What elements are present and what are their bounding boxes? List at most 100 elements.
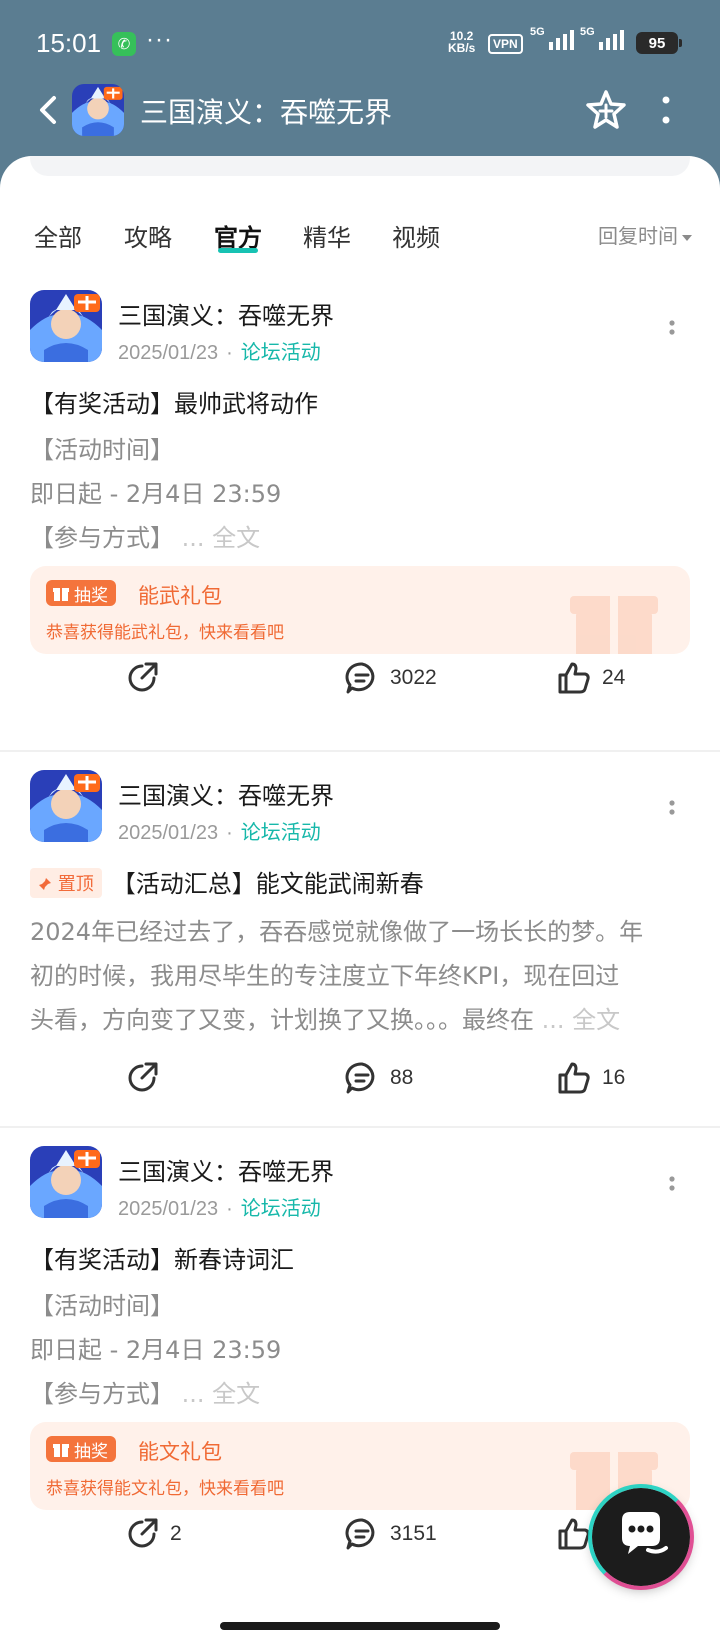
share-icon bbox=[128, 1518, 158, 1548]
tab-all[interactable]: 全部 bbox=[34, 218, 82, 253]
like-button[interactable]: 24 bbox=[556, 660, 625, 696]
post-excerpt-text: 【参与方式】 bbox=[30, 524, 174, 552]
caret-down-icon bbox=[682, 234, 692, 241]
comment-icon bbox=[345, 1062, 375, 1094]
lottery-badge: 抽奖 bbox=[46, 580, 116, 606]
comment-button[interactable]: 3151 bbox=[344, 1516, 437, 1552]
read-more-link[interactable]: ... 全文 bbox=[182, 524, 261, 552]
share-button[interactable] bbox=[124, 1060, 170, 1096]
home-indicator[interactable] bbox=[220, 1622, 500, 1630]
post-excerpt-line: 【活动时间】 bbox=[30, 436, 174, 464]
lottery-badge: 抽奖 bbox=[46, 1436, 116, 1462]
author-avatar[interactable] bbox=[30, 770, 102, 842]
share-button[interactable]: 2 bbox=[124, 1516, 182, 1552]
post-excerpt-line: 即日起 - 2月4日 23:59 bbox=[30, 1336, 282, 1364]
share-count: 2 bbox=[170, 1522, 182, 1545]
title-bar: 三国演义：吞噬无界 bbox=[0, 78, 720, 142]
gift-banner[interactable]: 抽奖 能武礼包 恭喜获得能武礼包，快来看看吧 bbox=[30, 566, 690, 654]
call-icon: ✆ bbox=[112, 32, 136, 56]
gift-watermark-icon bbox=[570, 596, 658, 654]
thumbs-up-icon bbox=[558, 1518, 590, 1550]
comment-count: 88 bbox=[390, 1066, 414, 1089]
comment-button[interactable]: 88 bbox=[344, 1060, 413, 1096]
signal-label-2: 5G bbox=[580, 26, 595, 38]
signal-icon: 5G bbox=[530, 26, 574, 50]
post-title[interactable]: 置顶 【活动汇总】能文能武闹新春 bbox=[30, 864, 424, 899]
page-title: 三国演义：吞噬无界 bbox=[140, 96, 393, 129]
post-card[interactable]: 三国演义：吞噬无界 2025/01/23 · 论坛活动 【有奖活动】最帅武将动作 【… bbox=[0, 290, 720, 730]
author-name[interactable]: 三国演义：吞噬无界 bbox=[118, 1152, 334, 1187]
battery-icon: 95 bbox=[636, 32, 682, 54]
post-category[interactable]: 论坛活动 bbox=[241, 820, 321, 844]
post-date: 2025/01/23 bbox=[118, 822, 219, 844]
lottery-badge-label: 抽奖 bbox=[74, 585, 108, 606]
post-divider bbox=[0, 750, 720, 752]
post-excerpt-text: 头看，方向变了又变，计划换了又换。。。最终在 bbox=[30, 1006, 534, 1034]
tab-featured[interactable]: 精华 bbox=[303, 218, 351, 253]
share-icon bbox=[128, 1062, 158, 1092]
chat-bubble-icon bbox=[622, 1512, 668, 1554]
post-more-icon[interactable] bbox=[660, 1172, 684, 1202]
post-card[interactable]: 三国演义：吞噬无界 2025/01/23 · 论坛活动 置顶 【活动汇总】能文能武闹新… bbox=[0, 770, 720, 1130]
read-more-link[interactable]: ... 全文 bbox=[182, 1380, 261, 1408]
like-count: 16 bbox=[602, 1066, 626, 1089]
post-meta: 2025/01/23 · 论坛活动 bbox=[118, 340, 321, 364]
lottery-badge-label: 抽奖 bbox=[74, 1441, 108, 1462]
gift-description: 恭喜获得能文礼包，快来看看吧 bbox=[46, 1479, 284, 1499]
post-more-icon[interactable] bbox=[660, 316, 684, 346]
thumbs-up-icon bbox=[558, 662, 590, 694]
post-title-text: 【活动汇总】能文能武闹新春 bbox=[111, 870, 424, 898]
sort-dropdown[interactable]: 回复时间 bbox=[598, 220, 692, 249]
pinned-label: 置顶 bbox=[57, 874, 94, 895]
gift-description: 恭喜获得能武礼包，快来看看吧 bbox=[46, 623, 284, 643]
network-speed-unit: KB/s bbox=[448, 41, 476, 55]
tab-videos[interactable]: 视频 bbox=[392, 218, 440, 253]
network-speed: 10.2 KB/s bbox=[448, 30, 475, 54]
back-arrow-icon[interactable] bbox=[34, 92, 64, 128]
game-app-icon[interactable] bbox=[72, 84, 124, 136]
comment-button[interactable]: 3022 bbox=[344, 660, 437, 696]
pinned-badge: 置顶 bbox=[30, 868, 102, 898]
status-bar: 15:01 ✆ ··· 10.2 KB/s VPN 5G 5G 95 bbox=[0, 22, 720, 66]
search-bar[interactable] bbox=[30, 156, 690, 176]
read-more-link[interactable]: ... 全文 bbox=[542, 1006, 621, 1034]
post-date: 2025/01/23 bbox=[118, 1198, 219, 1220]
post-actions: 88 16 bbox=[0, 1052, 720, 1112]
comment-icon bbox=[345, 1518, 375, 1550]
sort-label: 回复时间 bbox=[598, 224, 678, 248]
author-avatar[interactable] bbox=[30, 290, 102, 362]
gift-name: 能文礼包 bbox=[138, 1440, 222, 1464]
comment-count: 3022 bbox=[390, 666, 437, 689]
vpn-icon: VPN bbox=[488, 34, 523, 54]
post-title[interactable]: 【有奖活动】最帅武将动作 bbox=[30, 384, 318, 419]
post-divider bbox=[0, 1126, 720, 1128]
author-avatar[interactable] bbox=[30, 1146, 102, 1218]
post-meta: 2025/01/23 · 论坛活动 bbox=[118, 1196, 321, 1220]
active-tab-indicator bbox=[218, 248, 258, 253]
post-category[interactable]: 论坛活动 bbox=[241, 340, 321, 364]
tab-guides[interactable]: 攻略 bbox=[124, 218, 172, 253]
post-excerpt-line: 初的时候，我用尽毕生的专注度立下年终KPI，现在回过 bbox=[30, 962, 620, 990]
post-title[interactable]: 【有奖活动】新春诗词汇 bbox=[30, 1240, 294, 1275]
post-more-icon[interactable] bbox=[660, 796, 684, 826]
like-button[interactable]: 16 bbox=[556, 1060, 625, 1096]
post-excerpt-line: 头看，方向变了又变，计划换了又换。。。最终在 ... 全文 bbox=[30, 1000, 620, 1035]
author-name[interactable]: 三国演义：吞噬无界 bbox=[118, 296, 334, 331]
comment-icon bbox=[345, 662, 375, 694]
more-options-icon[interactable] bbox=[656, 90, 676, 130]
post-excerpt-text: 【参与方式】 bbox=[30, 1380, 174, 1408]
gift-banner[interactable]: 抽奖 能文礼包 恭喜获得能文礼包，快来看看吧 bbox=[30, 1422, 690, 1510]
post-date: 2025/01/23 bbox=[118, 342, 219, 364]
gift-icon bbox=[53, 588, 69, 601]
chat-assistant-button[interactable] bbox=[588, 1484, 694, 1590]
status-time: 15:01 bbox=[36, 28, 102, 58]
share-button[interactable] bbox=[124, 660, 170, 696]
post-excerpt-line: 【参与方式】 ... 全文 bbox=[30, 518, 260, 553]
like-count: 24 bbox=[602, 666, 626, 689]
thumbs-up-icon bbox=[558, 1062, 590, 1094]
author-name[interactable]: 三国演义：吞噬无界 bbox=[118, 776, 334, 811]
comment-count: 3151 bbox=[390, 1522, 437, 1545]
favorite-star-icon[interactable] bbox=[584, 88, 628, 132]
post-category[interactable]: 论坛活动 bbox=[241, 1196, 321, 1220]
post-excerpt-line: 即日起 - 2月4日 23:59 bbox=[30, 480, 282, 508]
